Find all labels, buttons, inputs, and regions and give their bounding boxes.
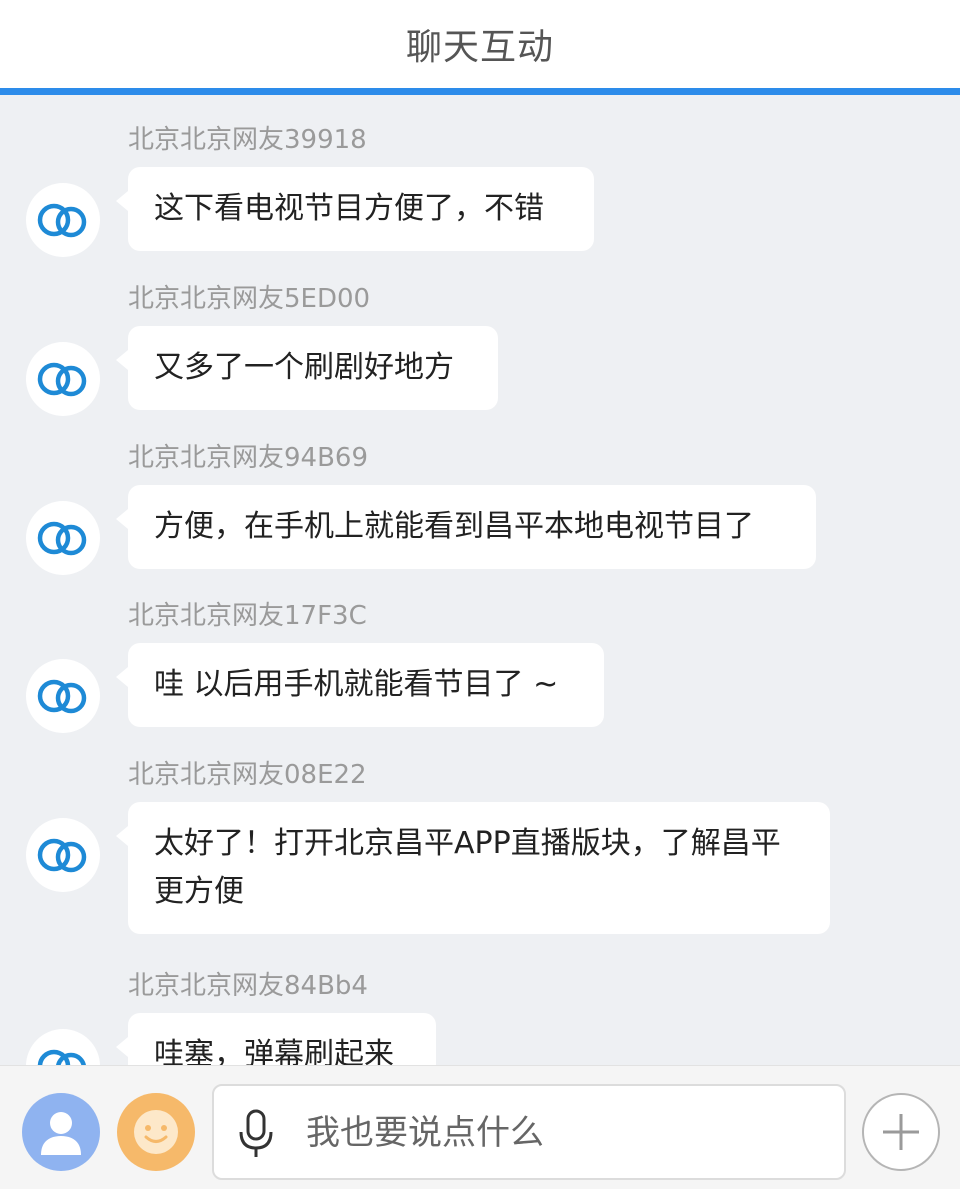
chat-app: 聊天互动 北京北京网友39918 这下看电视节目方便了，不错 北京北京网友5ED… bbox=[0, 0, 960, 1189]
message-username: 北京北京网友08E22 bbox=[128, 760, 367, 790]
chat-message: 北京北京网友94B69 方便，在手机上就能看到昌平本地电视节目了 bbox=[0, 441, 960, 575]
message-username: 北京北京网友5ED00 bbox=[128, 284, 371, 314]
cloud-logo-icon[interactable] bbox=[26, 183, 100, 257]
chat-message: 北京北京网友5ED00 又多了一个刷剧好地方 bbox=[0, 282, 960, 416]
more-options-button[interactable] bbox=[862, 1093, 940, 1171]
cloud-logo-icon-svg bbox=[37, 203, 87, 238]
message-input-container[interactable] bbox=[212, 1084, 846, 1180]
message-bubble: 方便，在手机上就能看到昌平本地电视节目了 bbox=[116, 485, 816, 569]
cloud-logo-icon[interactable] bbox=[26, 818, 100, 892]
chat-message: 北京北京网友84Bb4 哇塞，弹幕刷起来 bbox=[0, 969, 960, 1065]
page-title: 聊天互动 bbox=[405, 27, 554, 68]
message-input[interactable] bbox=[304, 1096, 828, 1170]
message-bubble: 这下看电视节目方便了，不错 bbox=[116, 167, 594, 251]
cloud-logo-icon-svg bbox=[37, 362, 87, 397]
cloud-logo-icon[interactable] bbox=[26, 1029, 100, 1065]
chat-message: 北京北京网友39918 这下看电视节目方便了，不错 bbox=[0, 123, 960, 257]
chat-input-bar bbox=[0, 1065, 960, 1189]
microphone-icon[interactable] bbox=[236, 1108, 276, 1160]
message-bubble: 太好了！打开北京昌平APP直播版块，了解昌平更方便 bbox=[116, 802, 830, 934]
cloud-logo-icon-svg bbox=[37, 679, 87, 714]
emoji-button[interactable] bbox=[117, 1093, 195, 1171]
smiley-icon bbox=[134, 1110, 178, 1154]
cloud-logo-icon-svg bbox=[37, 1049, 86, 1065]
message-bubble: 哇 以后用手机就能看节目了 ~ bbox=[116, 643, 604, 727]
cloud-logo-icon[interactable] bbox=[26, 501, 100, 575]
cloud-logo-icon[interactable] bbox=[26, 342, 100, 416]
user-avatar-button[interactable] bbox=[22, 1093, 100, 1171]
message-username: 北京北京网友17F3C bbox=[128, 601, 367, 631]
chat-message-list[interactable]: 北京北京网友39918 这下看电视节目方便了，不错 北京北京网友5ED00 又多… bbox=[0, 95, 960, 1065]
chat-message: 北京北京网友17F3C 哇 以后用手机就能看节目了 ~ bbox=[0, 599, 960, 733]
user-avatar-icon bbox=[41, 1112, 81, 1155]
cloud-logo-icon-svg bbox=[37, 838, 87, 873]
message-bubble: 哇塞，弹幕刷起来 bbox=[116, 1013, 436, 1065]
header-accent-bar bbox=[0, 88, 960, 95]
chat-message: 北京北京网友08E22 太好了！打开北京昌平APP直播版块，了解昌平更方便 bbox=[0, 758, 960, 938]
cloud-logo-icon[interactable] bbox=[26, 659, 100, 733]
plus-icon bbox=[883, 1114, 919, 1150]
cloud-logo-icon-svg bbox=[37, 521, 87, 556]
message-username: 北京北京网友39918 bbox=[128, 125, 367, 155]
message-username: 北京北京网友94B69 bbox=[128, 443, 369, 473]
header: 聊天互动 bbox=[0, 0, 960, 88]
message-bubble: 又多了一个刷剧好地方 bbox=[116, 326, 498, 410]
message-username: 北京北京网友84Bb4 bbox=[128, 971, 368, 1001]
